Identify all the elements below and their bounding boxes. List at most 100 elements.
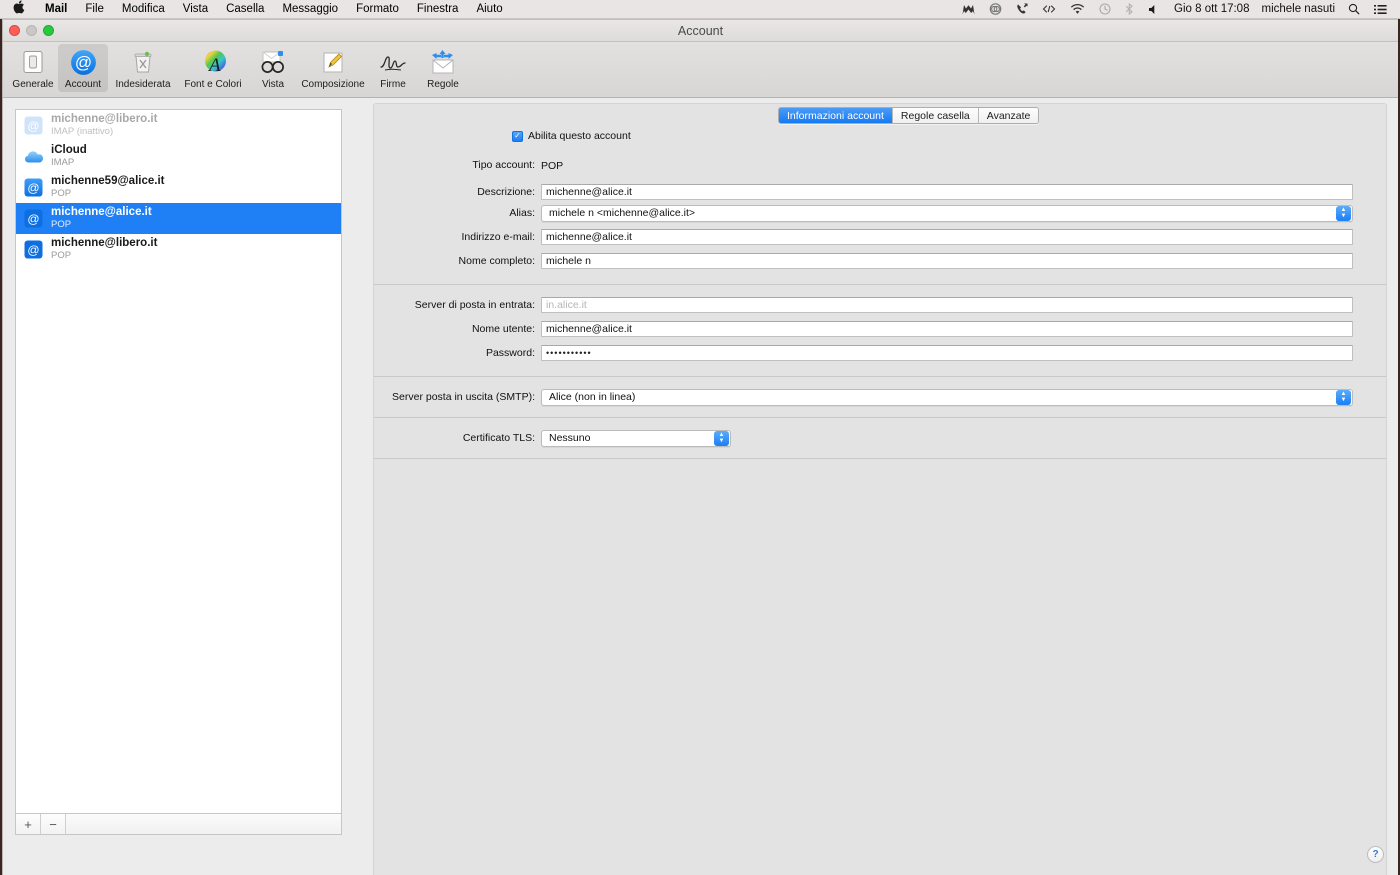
list-item-text: iCloud IMAP	[51, 144, 87, 167]
search-icon[interactable]	[1341, 3, 1367, 15]
composing-pencil-icon	[318, 47, 348, 77]
general-icon	[18, 47, 48, 77]
smtp-popup-button[interactable]: Alice (non in linea) ▲ ▼	[541, 388, 1353, 406]
apple-logo-svg	[13, 0, 25, 14]
account-type-label: Tipo account:	[472, 159, 535, 171]
menu-item-mail[interactable]: Mail	[36, 0, 76, 19]
account-name: michenne@libero.it	[51, 113, 158, 126]
toolbar-item-indesiderata[interactable]: Indesiderata	[108, 44, 178, 92]
wifi-icon[interactable]	[1063, 3, 1092, 15]
full-name-label: Nome completo:	[458, 255, 535, 267]
list-item-text: michenne@libero.it IMAP (inattivo)	[51, 113, 157, 136]
username-input[interactable]: michenne@alice.it	[541, 321, 1353, 337]
menu-item-file[interactable]: File	[76, 0, 113, 19]
preferences-content: @ michenne@libero.it IMAP (inattivo) iCl…	[3, 98, 1398, 875]
tls-cert-row: Certificato TLS: Nessuno ▲ ▼	[374, 428, 1386, 448]
email-input[interactable]: michenne@alice.it	[541, 229, 1353, 245]
enable-account-row[interactable]: ✓ Abilita questo account	[374, 127, 1386, 145]
incoming-server-input[interactable]: in.alice.it	[541, 297, 1353, 313]
incoming-server-label: Server di posta in entrata:	[414, 299, 535, 311]
toolbar-item-account[interactable]: @ Account	[58, 44, 108, 92]
code-glyph	[1042, 5, 1056, 13]
full-name-input[interactable]: michele n	[541, 253, 1353, 269]
at-account-icon: @	[24, 178, 43, 197]
account-type: POP	[51, 187, 72, 199]
form-spacer	[374, 363, 1386, 376]
add-account-button[interactable]: +	[16, 814, 41, 834]
list-item-selected[interactable]: @ michenne@alice.it POP	[16, 203, 341, 234]
menubar-username[interactable]: michele nasuti	[1255, 0, 1341, 19]
volume-icon[interactable]	[1141, 4, 1168, 15]
menu-item-vista[interactable]: Vista	[174, 0, 217, 19]
tab-informazioni-account[interactable]: Informazioni account	[779, 108, 893, 123]
menubar-datetime[interactable]: Gio 8 ott 17:08	[1168, 0, 1255, 19]
control-center-list-icon[interactable]	[1367, 4, 1394, 15]
username-input-wrap: michenne@alice.it	[541, 321, 1386, 337]
toolbar-item-firme[interactable]: Firme	[368, 44, 418, 92]
menu-item-casella[interactable]: Casella	[217, 0, 273, 19]
code-icon[interactable]	[1035, 3, 1063, 15]
description-input[interactable]: michenne@alice.it	[541, 184, 1353, 200]
toolbar-item-composizione[interactable]: Composizione	[298, 44, 368, 92]
timemachine-icon[interactable]	[1092, 3, 1118, 15]
list-item[interactable]: @ michenne59@alice.it POP	[16, 172, 341, 203]
tls-cert-popup-button[interactable]: Nessuno ▲ ▼	[541, 429, 731, 447]
bluetooth-icon[interactable]	[1118, 3, 1141, 15]
close-button[interactable]	[9, 25, 20, 36]
list-item-text: michenne59@alice.it POP	[51, 175, 164, 198]
menu-item-aiuto[interactable]: Aiuto	[467, 0, 511, 19]
chevron-updown-icon[interactable]: ▲ ▼	[714, 430, 729, 446]
apple-logo-icon[interactable]	[0, 0, 36, 16]
list-item[interactable]: @ michenne@libero.it POP	[16, 234, 341, 265]
phone-icon[interactable]	[1009, 3, 1035, 15]
fonts-colors-icon: A	[198, 47, 228, 77]
tab-regole-casella[interactable]: Regole casella	[892, 108, 979, 123]
alias-popup-button[interactable]: michele n <michenne@alice.it> ▲ ▼	[541, 204, 1353, 222]
menu-item-modifica[interactable]: Modifica	[113, 0, 174, 19]
svg-text:@: @	[27, 119, 39, 133]
username-row: Nome utente: michenne@alice.it	[374, 319, 1386, 339]
chevron-updown-icon[interactable]: ▲ ▼	[1336, 205, 1351, 221]
at-account-icon: @	[24, 116, 43, 135]
toolbar-item-font-e-colori[interactable]: A Font e Colori	[178, 44, 248, 92]
chevron-updown-icon[interactable]: ▲ ▼	[1336, 389, 1351, 405]
alias-popup-value: michele n <michenne@alice.it>	[549, 207, 696, 219]
at-account-glyph: @	[24, 116, 43, 134]
viewing-glasses-glyph	[261, 51, 284, 73]
viewing-glasses-icon	[258, 47, 288, 77]
general-glyph	[23, 51, 43, 73]
toolbar-item-generale[interactable]: Generale	[8, 44, 58, 92]
minimize-button[interactable]	[26, 25, 37, 36]
menu-item-formato[interactable]: Formato	[347, 0, 408, 19]
at-account-icon: @	[24, 240, 43, 259]
tls-cert-popup-wrap: Nessuno ▲ ▼	[541, 429, 1386, 447]
list-item[interactable]: @ michenne@libero.it IMAP (inattivo)	[16, 110, 341, 141]
tab-avanzate[interactable]: Avanzate	[978, 108, 1039, 123]
chevron-down-glyph: ▼	[1340, 213, 1347, 219]
toolbar-item-vista[interactable]: Vista	[248, 44, 298, 92]
smtp-label: Server posta in uscita (SMTP):	[392, 391, 535, 403]
description-label: Descrizione:	[477, 186, 535, 198]
wifi-glyph	[1070, 3, 1085, 14]
svg-text:@: @	[27, 243, 39, 257]
rules-envelope-icon	[428, 47, 458, 77]
email-label: Indirizzo e-mail:	[461, 231, 535, 243]
zoom-button[interactable]	[43, 25, 54, 36]
enable-account-checkbox[interactable]: ✓	[512, 130, 523, 142]
menu-item-finestra[interactable]: Finestra	[408, 0, 468, 19]
remove-account-button[interactable]: −	[41, 814, 66, 834]
malwarebytes-icon[interactable]	[955, 4, 982, 15]
account-type: POP	[51, 218, 72, 230]
dropbox-icon[interactable]	[982, 3, 1009, 15]
list-item[interactable]: iCloud IMAP	[16, 141, 341, 172]
composing-pencil-glyph	[323, 52, 343, 73]
menu-item-messaggio[interactable]: Messaggio	[273, 0, 347, 19]
window-titlebar: Account	[3, 20, 1398, 42]
account-at-icon: @	[68, 47, 98, 77]
help-button[interactable]: ?	[1367, 846, 1384, 863]
password-input[interactable]: •••••••••••	[541, 345, 1353, 361]
form-spacer	[374, 175, 1386, 182]
svg-text:@: @	[27, 181, 39, 195]
smtp-popup-value: Alice (non in linea)	[549, 391, 636, 403]
toolbar-item-regole[interactable]: Regole	[418, 44, 468, 92]
